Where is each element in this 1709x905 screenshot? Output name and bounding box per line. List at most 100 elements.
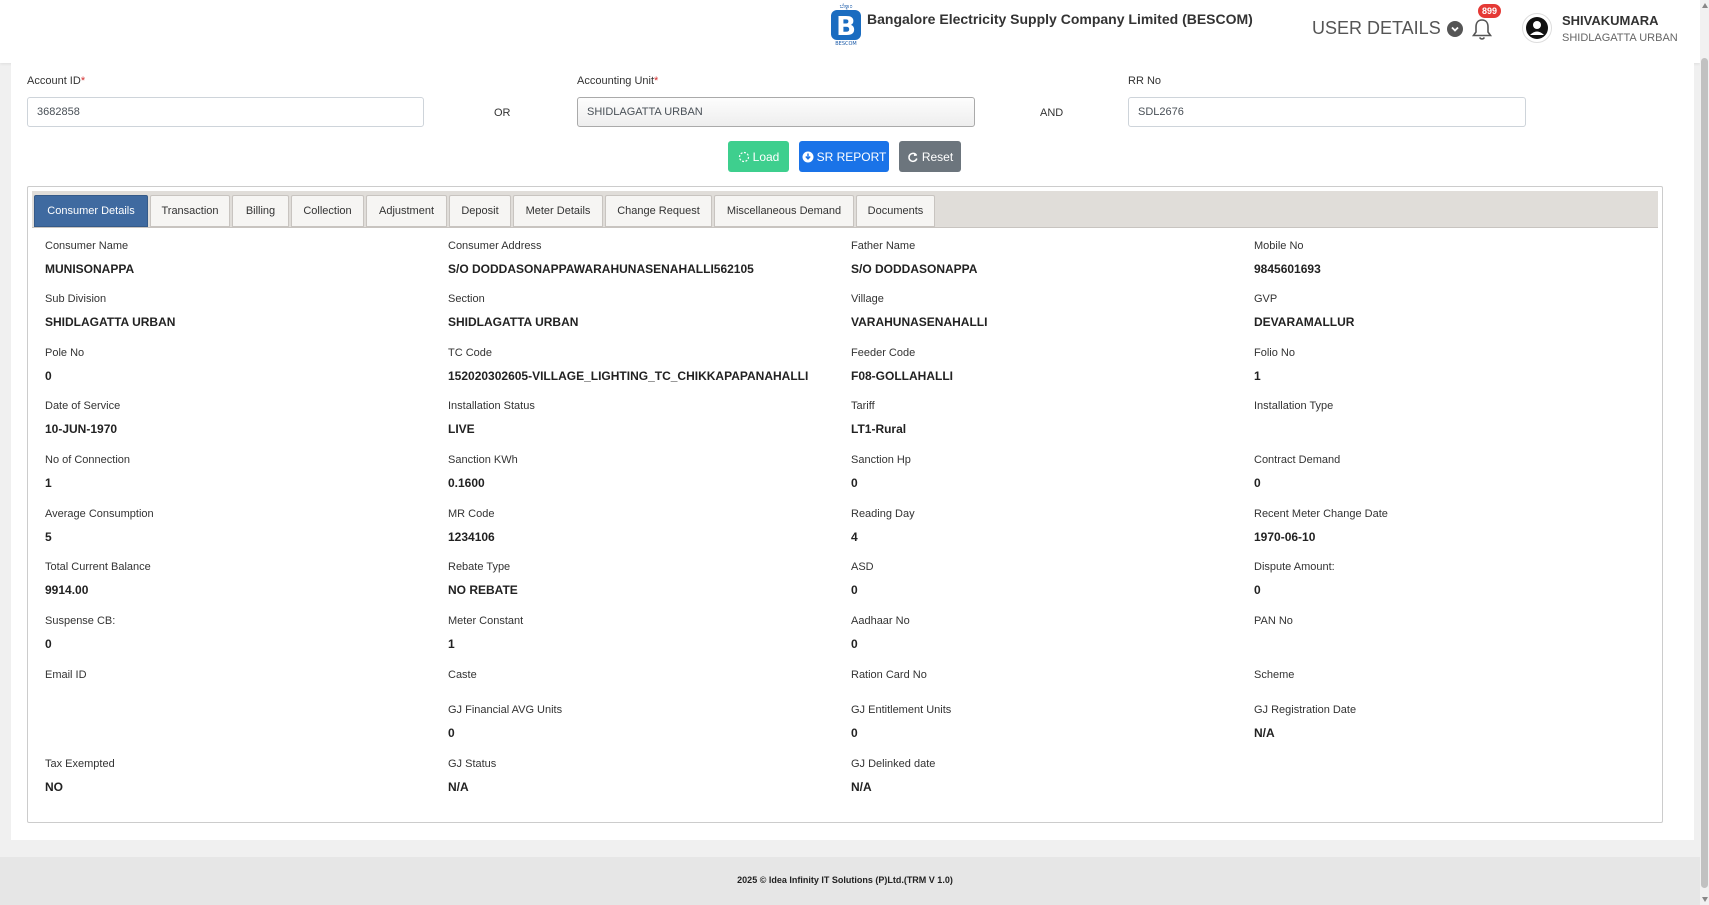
scroll-down-arrow-icon[interactable] — [1702, 897, 1708, 902]
section-value: SHIDLAGATTA URBAN — [448, 315, 579, 329]
consumer-address-label: Consumer Address — [448, 240, 542, 252]
sub-division-value: SHIDLAGATTA URBAN — [45, 315, 176, 329]
tab-adjustment[interactable]: Adjustment — [366, 195, 447, 227]
installation-status-label: Installation Status — [448, 400, 535, 412]
load-button[interactable]: Load — [728, 141, 789, 172]
tax-exempted-label: Tax Exempted — [45, 758, 115, 770]
tariff-value: LT1-Rural — [851, 422, 907, 436]
total-current-balance-label: Total Current Balance — [45, 561, 151, 573]
asd-value: 0 — [851, 583, 858, 597]
accounting-unit-select[interactable]: SHIDLAGATTA URBAN — [577, 97, 975, 127]
pole-no-label: Pole No — [45, 347, 85, 359]
footer: 2025 © Idea Infinity IT Solutions (P)Ltd… — [0, 857, 1700, 905]
father-name-value: S/O DODDASONAPPA — [851, 262, 978, 276]
mobile-no-value: 9845601693 — [1254, 262, 1321, 276]
avatar[interactable] — [1522, 13, 1552, 43]
consumer-panel: Consumer Details Transaction Billing Col… — [27, 186, 1663, 823]
user-details-dropdown[interactable]: USER DETAILS — [1312, 18, 1463, 39]
gj-entitlement-units-label: GJ Entitlement Units — [851, 704, 952, 716]
sanction-hp-value: 0 — [851, 476, 858, 490]
or-text: OR — [494, 107, 511, 119]
tab-collection[interactable]: Collection — [291, 195, 364, 227]
gj-financial-avg-units-label: GJ Financial AVG Units — [448, 704, 563, 716]
reset-button[interactable]: Reset — [899, 141, 961, 172]
average-consumption-value: 5 — [45, 530, 52, 544]
notification-count-badge: 899 — [1477, 3, 1503, 19]
rr-no-input[interactable] — [1128, 97, 1526, 127]
gj-status-value: N/A — [448, 780, 469, 794]
footer-copyright: 2025 © Idea Infinity IT Solutions (P)Ltd… — [737, 875, 953, 885]
email-id-label: Email ID — [45, 669, 87, 681]
chevron-down-icon — [1446, 20, 1463, 37]
rebate-type-value: NO REBATE — [448, 583, 518, 597]
download-icon — [802, 151, 814, 162]
svg-text:B: B — [836, 12, 856, 42]
tc-code-value: 152020302605-VILLAGE_LIGHTING_TC_CHIKKAP… — [448, 369, 809, 383]
scroll-thumb[interactable] — [1701, 58, 1708, 888]
tab-deposit[interactable]: Deposit — [449, 195, 511, 227]
gj-delinked-date-value: N/A — [851, 780, 872, 794]
recent-meter-change-date-label: Recent Meter Change Date — [1254, 508, 1388, 520]
user-unit: SHIDLAGATTA URBAN — [1562, 32, 1678, 44]
installation-type-label: Installation Type — [1254, 400, 1334, 412]
reading-day-value: 4 — [851, 530, 858, 544]
tax-exempted-value: NO — [45, 780, 63, 794]
scheme-label: Scheme — [1254, 669, 1295, 681]
mr-code-value: 1234106 — [448, 530, 495, 544]
meter-constant-value: 1 — [448, 637, 455, 651]
scroll-up-arrow-icon[interactable] — [1702, 3, 1708, 8]
page-scrollbar[interactable] — [1700, 0, 1709, 905]
father-name-label: Father Name — [851, 240, 916, 252]
gvp-value: DEVARAMALLUR — [1254, 315, 1355, 329]
aadhaar-no-value: 0 — [851, 637, 858, 651]
tab-transaction[interactable]: Transaction — [150, 195, 230, 227]
rr-no-label: RR No — [1128, 75, 1162, 87]
caste-label: Caste — [448, 669, 477, 681]
folio-no-value: 1 — [1254, 369, 1261, 383]
gj-financial-avg-units-value: 0 — [448, 726, 455, 740]
village-label: Village — [851, 293, 884, 305]
gj-registration-date-value: N/A — [1254, 726, 1275, 740]
no-of-connection-label: No of Connection — [45, 454, 130, 466]
section-label: Section — [448, 293, 485, 305]
consumer-name-value: MUNISONAPPA — [45, 262, 135, 276]
date-of-service-label: Date of Service — [45, 400, 121, 412]
accounting-unit-label: Accounting Unit* — [577, 75, 659, 87]
spinner-icon — [738, 151, 749, 162]
sanction-kwh-label: Sanction KWh — [448, 454, 518, 466]
installation-status-value: LIVE — [448, 422, 475, 436]
tc-code-label: TC Code — [448, 347, 493, 359]
mr-code-label: MR Code — [448, 508, 495, 520]
company-title: Bangalore Electricity Supply Company Lim… — [867, 11, 1253, 27]
rebate-type-label: Rebate Type — [448, 561, 511, 573]
account-id-label: Account ID* — [27, 75, 86, 87]
ration-card-no-label: Ration Card No — [851, 669, 927, 681]
bell-icon[interactable] — [1470, 17, 1494, 43]
user-icon — [1526, 17, 1548, 39]
date-of-service-value: 10-JUN-1970 — [45, 422, 118, 436]
tab-consumer-details[interactable]: Consumer Details — [34, 195, 148, 227]
tab-miscellaneous-demand[interactable]: Miscellaneous Demand — [714, 195, 854, 227]
tab-billing[interactable]: Billing — [232, 195, 289, 227]
sr-report-button[interactable]: SR REPORT — [799, 141, 889, 172]
consumer-address-value: S/O DODDASONAPPAWARAHUNASENAHALLI562105 — [448, 262, 754, 276]
no-of-connection-value: 1 — [45, 476, 52, 490]
dispute-amount-label: Dispute Amount: — [1254, 561, 1335, 573]
meter-constant-label: Meter Constant — [448, 615, 524, 627]
folio-no-label: Folio No — [1254, 347, 1295, 359]
tab-bar: Consumer Details Transaction Billing Col… — [32, 191, 1658, 228]
sanction-hp-label: Sanction Hp — [851, 454, 911, 466]
gj-delinked-date-label: GJ Delinked date — [851, 758, 936, 770]
tab-change-request[interactable]: Change Request — [605, 195, 712, 227]
tab-documents[interactable]: Documents — [856, 195, 935, 227]
svg-text:BESCOM: BESCOM — [835, 41, 857, 46]
user-details-label: USER DETAILS — [1312, 18, 1441, 38]
pole-no-value: 0 — [45, 369, 52, 383]
gj-registration-date-label: GJ Registration Date — [1254, 704, 1357, 716]
bescom-logo: ಬೆಸ್ಕಾಂ B BESCOM — [829, 2, 863, 46]
account-id-input[interactable] — [27, 97, 424, 127]
village-value: VARAHUNASENAHALLI — [851, 315, 988, 329]
sub-division-label: Sub Division — [45, 293, 107, 305]
asd-label: ASD — [851, 561, 874, 573]
tab-meter-details[interactable]: Meter Details — [513, 195, 603, 227]
